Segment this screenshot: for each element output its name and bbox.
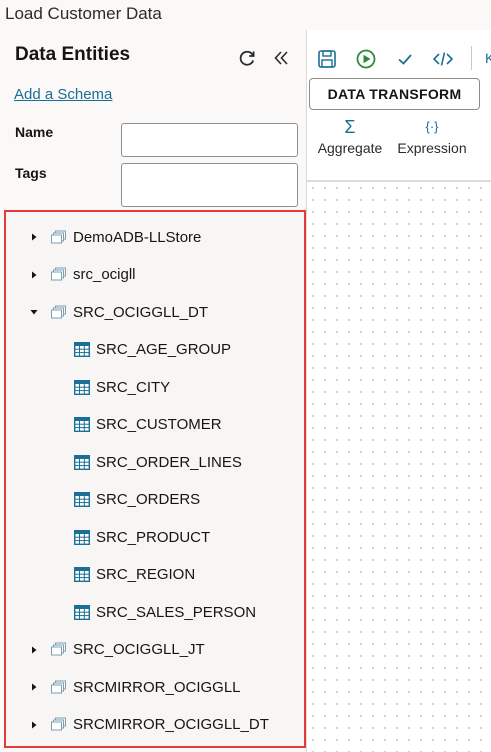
expression-label: Expression xyxy=(397,140,467,156)
tree-node-label: SRC_CUSTOMER xyxy=(96,416,222,433)
table-node[interactable]: SRC_PRODUCT xyxy=(73,522,211,552)
tree-node-label: DemoADB-LLStore xyxy=(73,228,202,246)
table-icon xyxy=(73,341,91,358)
schema-node[interactable]: SRC_OCIGGLL_DT xyxy=(26,297,208,327)
tree-node-label: SRCMIRROR_OCIGGLL xyxy=(73,678,241,696)
table-icon xyxy=(73,454,91,470)
table-icon xyxy=(73,379,91,395)
panel-title: Data Entities xyxy=(15,44,131,65)
designer-panel: K DATA TRANSFORM Σ Aggregate {·} Express… xyxy=(307,30,491,752)
schema-node[interactable]: DemoADB-LLStore xyxy=(26,222,201,252)
tree-node-label: SRC_OCIGGLL_JT xyxy=(73,641,205,658)
braces-icon: {·} xyxy=(425,119,439,134)
data-transform-button[interactable]: DATA TRANSFORM xyxy=(309,78,480,110)
designer-toolbar: K DATA TRANSFORM Σ Aggregate {·} Express… xyxy=(307,30,491,182)
caret-right-icon[interactable] xyxy=(26,717,42,733)
tree-node-label: src_ocigll xyxy=(73,266,136,283)
tree-node-label: SRC_AGE_GROUP xyxy=(96,341,232,358)
aggregate-label: Aggregate xyxy=(317,140,383,156)
title-bar: Load Customer Data xyxy=(0,0,491,30)
schema-icon xyxy=(50,642,67,657)
table-node[interactable]: SRC_CITY xyxy=(73,372,171,402)
add-schema-link[interactable]: Add a Schema xyxy=(14,86,112,103)
toolbar-separator xyxy=(471,46,472,70)
schema-node[interactable]: SRCMIRROR_OCIGGLL xyxy=(26,672,241,702)
design-canvas[interactable] xyxy=(307,182,491,752)
schema-icon xyxy=(50,717,67,732)
table-node[interactable]: SRC_ORDER_LINES xyxy=(73,447,242,477)
entity-tree: DemoADB-LLStore src_ocigll SRC_OCIGGLL_DT S… xyxy=(4,210,306,748)
caret-right-icon[interactable] xyxy=(26,679,42,695)
table-node[interactable]: SRC_SALES_PERSON xyxy=(73,597,257,627)
table-icon xyxy=(73,416,91,433)
tags-label: Tags xyxy=(15,165,47,181)
schema-node[interactable]: src_ocigll xyxy=(26,260,136,290)
code-icon[interactable] xyxy=(432,48,454,70)
name-filter-input[interactable] xyxy=(121,123,298,157)
caret-down-icon[interactable] xyxy=(26,304,42,320)
caret-right-icon[interactable] xyxy=(26,267,42,283)
table-icon xyxy=(73,566,91,583)
toolbar-overflow[interactable]: K xyxy=(485,50,491,66)
validate-check-icon[interactable] xyxy=(394,48,416,70)
double-chevron-left-icon[interactable] xyxy=(271,47,293,69)
tree-node-label: SRC_REGION xyxy=(96,566,196,583)
schema-icon xyxy=(50,230,67,245)
window-title: Load Customer Data xyxy=(5,4,162,23)
caret-right-icon[interactable] xyxy=(26,642,42,658)
tree-node-label: SRC_CITY xyxy=(96,378,171,396)
refresh-icon[interactable] xyxy=(236,47,258,69)
tree-node-label: SRC_ORDER_LINES xyxy=(96,453,242,471)
sigma-icon: Σ xyxy=(344,117,356,137)
aggregate-operator[interactable]: Σ Aggregate xyxy=(317,116,383,156)
caret-right-icon[interactable] xyxy=(26,229,42,245)
expression-operator[interactable]: {·} Expression xyxy=(395,116,469,156)
table-icon xyxy=(73,604,91,620)
tags-filter-input[interactable] xyxy=(121,163,298,207)
table-node[interactable]: SRC_REGION xyxy=(73,560,196,590)
schema-icon xyxy=(50,680,67,695)
schema-node[interactable]: SRC_OCIGGLL_JT xyxy=(26,635,205,665)
tree-node-label: SRC_OCIGGLL_DT xyxy=(73,303,209,321)
schema-icon xyxy=(50,267,67,282)
table-node[interactable]: SRC_AGE_GROUP xyxy=(73,335,232,365)
name-label: Name xyxy=(15,124,54,140)
table-node[interactable]: SRC_ORDERS xyxy=(73,485,201,515)
run-icon[interactable] xyxy=(355,48,377,70)
tree-node-label: SRC_PRODUCT xyxy=(96,528,211,546)
schema-icon xyxy=(50,305,67,320)
save-icon[interactable] xyxy=(316,48,338,70)
table-icon xyxy=(73,491,91,508)
tree-node-label: SRCMIRROR_OCIGGLL_DT xyxy=(73,716,269,733)
table-icon xyxy=(73,529,91,545)
tree-node-label: SRC_SALES_PERSON xyxy=(96,603,257,621)
table-node[interactable]: SRC_CUSTOMER xyxy=(73,410,222,440)
schema-node[interactable]: SRCMIRROR_OCIGGLL_DT xyxy=(26,710,269,740)
tree-node-label: SRC_ORDERS xyxy=(96,491,201,508)
